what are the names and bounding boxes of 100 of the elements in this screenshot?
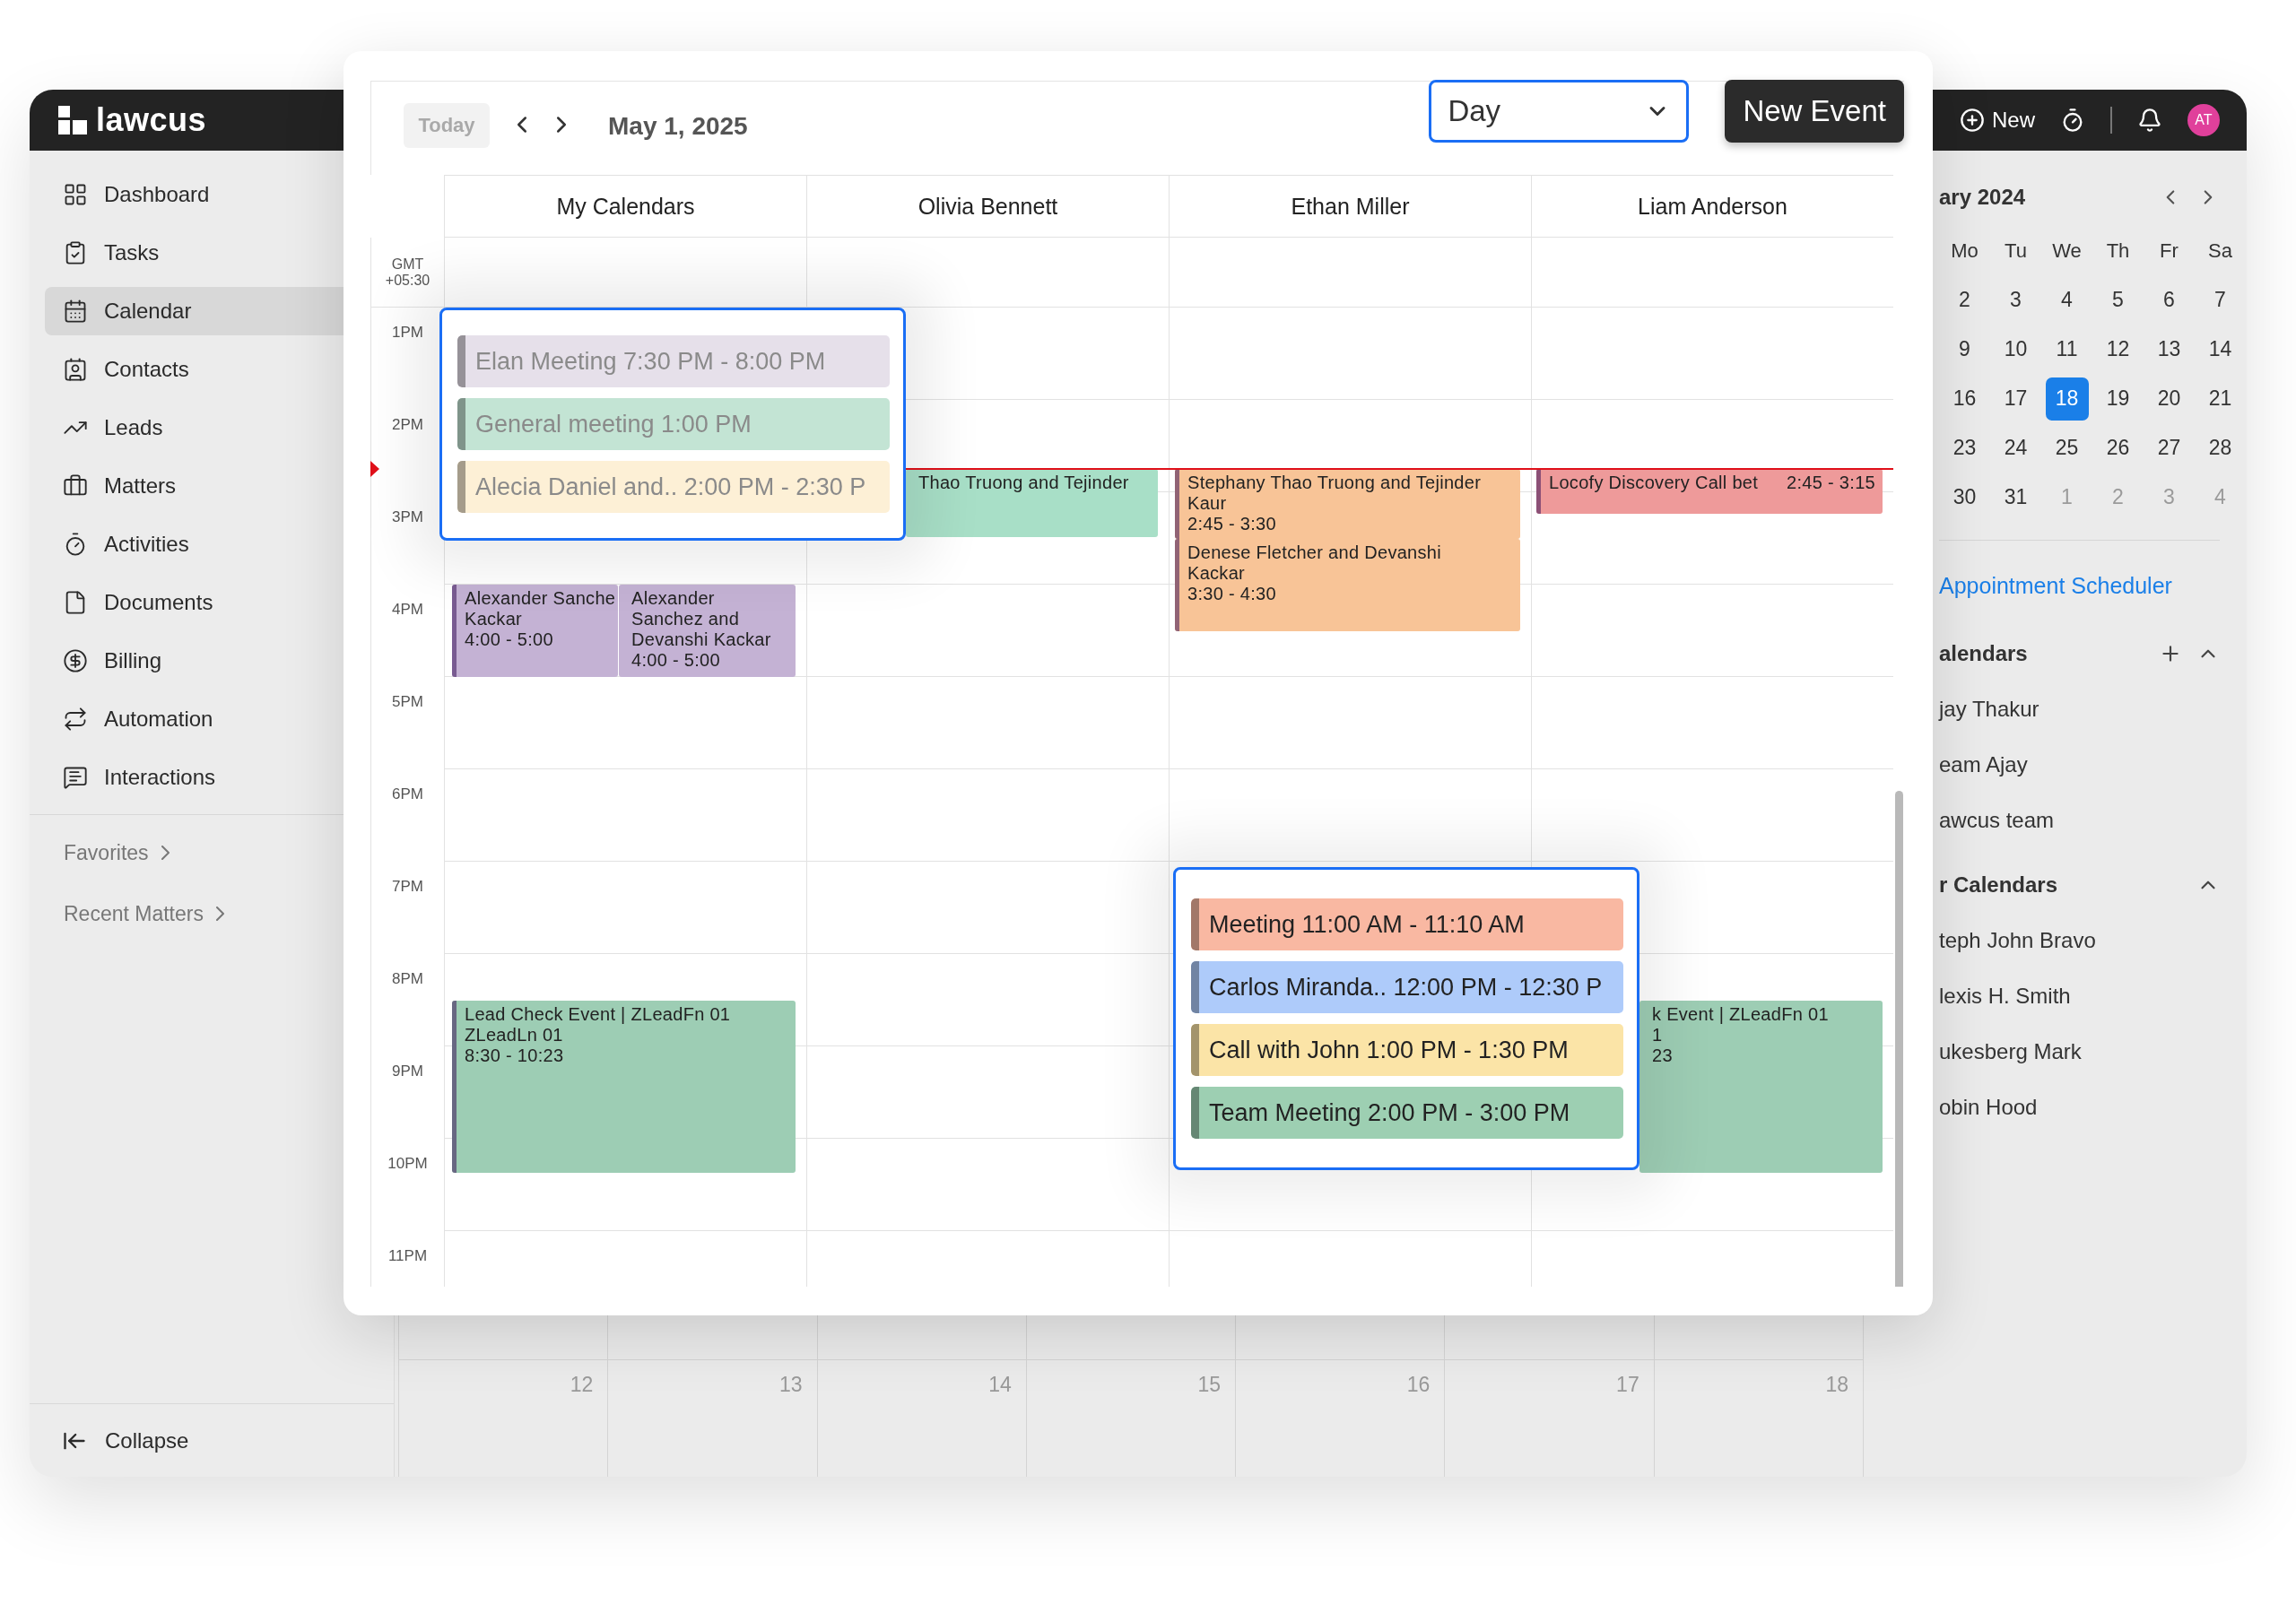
event-title: Devanshi Kackar <box>631 629 772 650</box>
view-select[interactable]: Day <box>1429 80 1690 143</box>
hour-label: 1PM <box>392 324 423 343</box>
mini-calendar-day[interactable]: 5 <box>2096 278 2140 322</box>
popup-event-text: Team Meeting 2:00 PM - 3:00 PM <box>1209 1098 1570 1127</box>
timezone-label: +05:30 <box>385 272 430 289</box>
calendar-list-item[interactable]: ukesberg Mark <box>1939 1024 2220 1080</box>
weekday-label: Sa <box>2208 239 2232 263</box>
hour-label: 9PM <box>392 1063 423 1081</box>
mini-calendar-day[interactable]: 23 <box>1943 426 1987 470</box>
event-block[interactable]: Alexander Sanchez and Devanshi Kackar 4:00 - 5:00 <box>619 585 796 677</box>
sidebar-item[interactable]: Calendar <box>45 287 344 335</box>
event-block[interactable]: Alexander Sanche Kackar 4:00 - 5:00 <box>452 585 618 677</box>
mini-calendar-day[interactable]: 6 <box>2147 278 2191 322</box>
hour-label: 2PM <box>392 416 423 435</box>
sidebar-item[interactable]: Automation <box>45 695 344 743</box>
event-title: Stephany Thao Truong and Tejinder <box>1187 473 1483 494</box>
sidebar-item[interactable]: Interactions <box>45 753 344 802</box>
sidebar-item[interactable]: Billing <box>45 637 344 685</box>
timezone-label: GMT <box>391 256 424 273</box>
mini-calendar-day[interactable]: 18 <box>2045 377 2089 421</box>
mini-calendar-day[interactable]: 27 <box>2147 426 2191 470</box>
mini-calendar-day[interactable]: 28 <box>2198 426 2242 470</box>
popup-event[interactable]: Meeting 11:00 AM - 11:10 AM <box>1191 898 1623 950</box>
sidebar-item[interactable]: Leads <box>45 403 344 452</box>
mini-calendar-day[interactable]: 19 <box>2096 377 2140 421</box>
event-title: Alexander <box>631 588 716 609</box>
calendar-list-item[interactable]: jay Thakur <box>1939 681 2220 737</box>
mini-calendar-day[interactable]: 11 <box>2045 327 2089 371</box>
scrollbar-thumb[interactable] <box>1895 791 1903 1287</box>
popup-event[interactable]: Carlos Miranda.. 12:00 PM - 12:30 P <box>1191 961 1623 1013</box>
calendar-list-item[interactable]: eam Ajay <box>1939 737 2220 793</box>
event-block[interactable]: Locofy Discovery Call bet 2:45 - 3:15 <box>1536 469 1883 514</box>
month-title: ary 2024 <box>1939 185 2026 210</box>
day-number: 13 <box>778 1372 804 1397</box>
mini-calendar-day[interactable]: 31 <box>1994 475 2038 519</box>
calendar-list-item[interactable]: awcus team <box>1939 793 2220 848</box>
mini-calendar-day[interactable]: 12 <box>2096 327 2140 371</box>
mini-calendar-day[interactable]: 9 <box>1943 327 1987 371</box>
event-title: Kaur <box>1187 493 1228 515</box>
weekday-label: Th <box>2106 239 2130 263</box>
sidebar-item-label: Contacts <box>104 357 189 382</box>
mini-calendar-day[interactable]: 10 <box>1994 327 2038 371</box>
event-block[interactable]: Stephany Thao Truong and Tejinder Kaur 2:45 - 3:30 <box>1175 469 1520 539</box>
mini-calendar-day[interactable]: 20 <box>2147 377 2191 421</box>
user-avatar[interactable]: AT <box>2187 104 2220 136</box>
date-label: May 1, 2025 <box>608 112 748 141</box>
collapse-button[interactable]: Collapse <box>30 1403 394 1477</box>
calendar-icon <box>63 299 88 324</box>
mini-calendar-day[interactable]: 17 <box>1994 377 2038 421</box>
mini-calendar-day[interactable]: 2 <box>1943 278 1987 322</box>
mini-calendar-day[interactable]: 14 <box>2198 327 2242 371</box>
chat-icon <box>63 765 88 790</box>
sidebar-section-link[interactable]: Favorites <box>64 822 170 883</box>
popup-event-text: Meeting 11:00 AM - 11:10 AM <box>1209 910 1525 939</box>
calendar-list-item[interactable]: obin Hood <box>1939 1080 2220 1135</box>
calendar-list-item[interactable]: teph John Bravo <box>1939 913 2220 968</box>
mini-calendar-day[interactable]: 4 <box>2045 278 2089 322</box>
new-button[interactable]: New <box>1960 108 2035 133</box>
sidebar-item-label: Billing <box>104 648 162 673</box>
column-header: Liam Anderson <box>1531 175 1893 238</box>
popup-event[interactable]: Team Meeting 2:00 PM - 3:00 PM <box>1191 1087 1623 1139</box>
mini-calendar-day[interactable]: 30 <box>1943 475 1987 519</box>
notification-icon[interactable] <box>2137 108 2162 133</box>
popup-event[interactable]: Call with John 1:00 PM - 1:30 PM <box>1191 1024 1623 1076</box>
day-number: 16 <box>1406 1372 1431 1397</box>
mini-calendar-day[interactable]: 26 <box>2096 426 2140 470</box>
mini-calendar-day[interactable]: 24 <box>1994 426 2038 470</box>
day-number: 12 <box>570 1372 595 1397</box>
sidebar-item-label: Interactions <box>104 765 216 790</box>
column-header: Ethan Miller <box>1169 175 1531 238</box>
calendar-list-item[interactable]: lexis H. Smith <box>1939 968 2220 1024</box>
event-block[interactable]: k Event | ZLeadFn 01 1 23 <box>1639 1000 1883 1174</box>
event-block[interactable]: Thao Truong and Tejinder <box>906 469 1158 538</box>
chevron-right-icon <box>215 907 224 921</box>
sidebar-section-link[interactable]: Recent Matters <box>64 883 224 944</box>
sidebar-item[interactable]: Activities <box>45 520 344 568</box>
new-event-button[interactable]: New Event <box>1725 80 1904 143</box>
hour-label: 10PM <box>387 1155 428 1174</box>
event-block[interactable]: Lead Check Event | ZLeadFn 01 ZLeadLn 01 8:30 - 10:23 <box>452 1000 796 1174</box>
sidebar-item[interactable]: Contacts <box>45 345 344 394</box>
sidebar-item-label: Matters <box>104 473 176 499</box>
popup-event-text: Call with John 1:00 PM - 1:30 PM <box>1209 1036 1569 1064</box>
event-title: Lead Check Event | ZLeadFn 01 <box>465 1003 732 1025</box>
logo-text: lawcus <box>96 101 207 139</box>
mini-calendar-day[interactable]: 3 <box>1994 278 2038 322</box>
mini-calendar-day[interactable]: 16 <box>1943 377 1987 421</box>
event-title: Sanchez and <box>631 609 741 629</box>
event-block[interactable]: Denese Fletcher and Devanshi Kackar 3:30 - 4:30 <box>1175 538 1520 631</box>
mini-calendar-day[interactable]: 7 <box>2198 278 2242 322</box>
sidebar-item[interactable]: Matters <box>45 462 344 510</box>
sidebar-item[interactable]: Tasks <box>45 229 344 277</box>
sidebar-item[interactable]: Documents <box>45 578 344 627</box>
weekday-label: Mo <box>1951 239 1979 263</box>
popup-event-text: General meeting 1:00 PM <box>475 410 752 438</box>
mini-calendar-day[interactable]: 13 <box>2147 327 2191 371</box>
mini-calendar-day[interactable]: 21 <box>2198 377 2242 421</box>
sidebar-item[interactable]: Dashboard <box>45 170 344 219</box>
mini-calendar-day[interactable]: 25 <box>2045 426 2089 470</box>
sidebar-item-label: Automation <box>104 707 213 732</box>
